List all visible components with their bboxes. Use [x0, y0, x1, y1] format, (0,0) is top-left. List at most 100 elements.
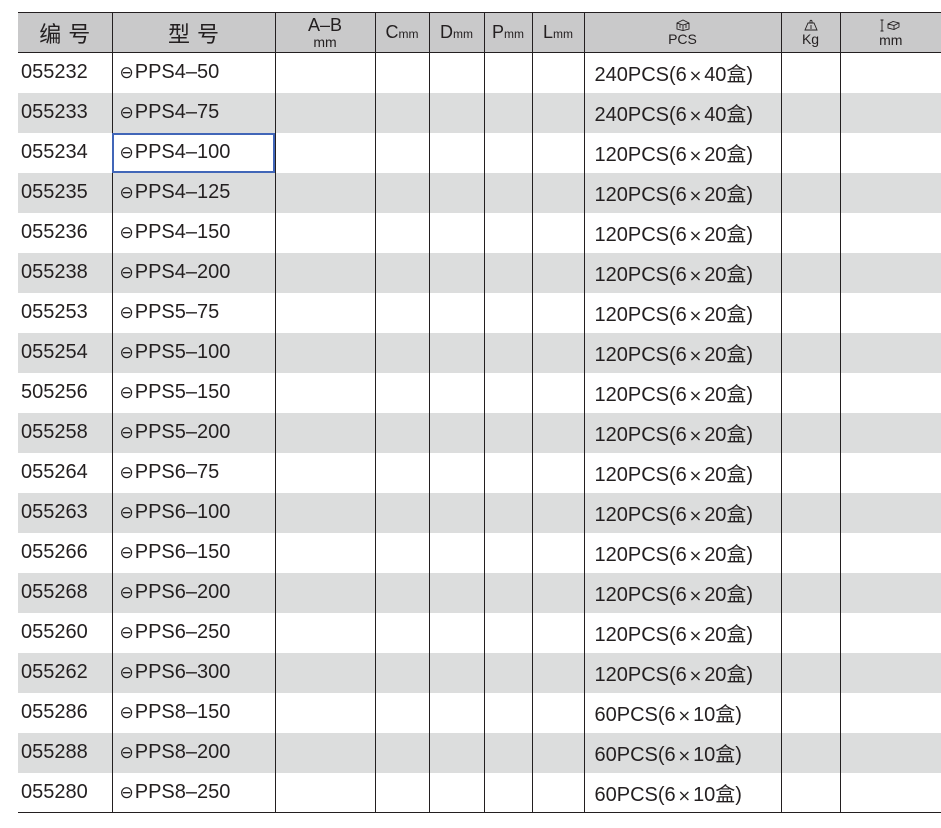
cell-d[interactable]: [428, 52, 484, 93]
cell-p[interactable]: [483, 292, 532, 333]
cell-weight[interactable]: [780, 372, 840, 413]
cell-c[interactable]: [374, 252, 429, 293]
cell-pack[interactable]: 120PCS(6 × 20盒): [583, 612, 781, 653]
cell-pack[interactable]: 120PCS(6 × 20盒): [583, 492, 781, 533]
cell-d[interactable]: [428, 612, 484, 653]
cell-a-b[interactable]: [274, 652, 375, 693]
cell-a-b[interactable]: [274, 92, 375, 133]
cell-weight[interactable]: [780, 572, 840, 613]
cell-code[interactable]: 055234: [18, 133, 112, 173]
cell-code[interactable]: 055263: [18, 493, 112, 533]
cell-l[interactable]: [531, 772, 584, 813]
cell-pack[interactable]: 60PCS(6 × 10盒): [583, 772, 781, 813]
cell-l[interactable]: [531, 452, 584, 493]
cell-model[interactable]: ⊖PPS6–250: [111, 612, 275, 653]
cell-l[interactable]: [531, 52, 584, 93]
cell-size[interactable]: [839, 292, 941, 333]
cell-weight[interactable]: [780, 292, 840, 333]
cell-p[interactable]: [483, 492, 532, 533]
cell-model[interactable]: ⊖PPS4–200: [111, 252, 275, 293]
cell-p[interactable]: [483, 572, 532, 613]
cell-pack[interactable]: 120PCS(6 × 20盒): [583, 332, 781, 373]
cell-d[interactable]: [428, 292, 484, 333]
cell-model[interactable]: ⊖PPS6–300: [111, 652, 275, 693]
cell-weight[interactable]: [780, 612, 840, 653]
cell-code[interactable]: 055266: [18, 533, 112, 573]
cell-l[interactable]: [531, 212, 584, 253]
cell-model[interactable]: ⊖PPS8–250: [111, 772, 275, 813]
cell-weight[interactable]: [780, 172, 840, 213]
cell-model[interactable]: ⊖PPS5–75: [111, 292, 275, 333]
cell-a-b[interactable]: [274, 772, 375, 813]
cell-c[interactable]: [374, 612, 429, 653]
cell-p[interactable]: [483, 92, 532, 133]
cell-d[interactable]: [428, 692, 484, 733]
cell-pack[interactable]: 120PCS(6 × 20盒): [583, 252, 781, 293]
cell-code[interactable]: 055235: [18, 173, 112, 213]
cell-c[interactable]: [374, 332, 429, 373]
cell-l[interactable]: [531, 532, 584, 573]
cell-a-b[interactable]: [274, 452, 375, 493]
cell-d[interactable]: [428, 492, 484, 533]
cell-l[interactable]: [531, 492, 584, 533]
cell-l[interactable]: [531, 332, 584, 373]
cell-weight[interactable]: [780, 412, 840, 453]
cell-c[interactable]: [374, 652, 429, 693]
cell-model[interactable]: ⊖PPS8–200: [111, 732, 275, 773]
cell-c[interactable]: [374, 52, 429, 93]
cell-size[interactable]: [839, 52, 941, 93]
cell-p[interactable]: [483, 692, 532, 733]
cell-a-b[interactable]: [274, 372, 375, 413]
cell-p[interactable]: [483, 772, 532, 813]
cell-d[interactable]: [428, 732, 484, 773]
cell-a-b[interactable]: [274, 212, 375, 253]
cell-p[interactable]: [483, 652, 532, 693]
cell-size[interactable]: [839, 172, 941, 213]
cell-l[interactable]: [531, 652, 584, 693]
cell-size[interactable]: [839, 732, 941, 773]
cell-l[interactable]: [531, 732, 584, 773]
cell-model[interactable]: ⊖PPS6–150: [111, 532, 275, 573]
cell-model[interactable]: ⊖PPS8–150: [111, 692, 275, 733]
cell-d[interactable]: [428, 132, 484, 173]
cell-l[interactable]: [531, 572, 584, 613]
cell-size[interactable]: [839, 452, 941, 493]
cell-code[interactable]: 505256: [18, 373, 112, 413]
cell-a-b[interactable]: [274, 292, 375, 333]
cell-pack[interactable]: 120PCS(6 × 20盒): [583, 212, 781, 253]
cell-c[interactable]: [374, 132, 429, 173]
cell-code[interactable]: 055238: [18, 253, 112, 293]
cell-model[interactable]: ⊖PPS5–150: [111, 372, 275, 413]
cell-code[interactable]: 055260: [18, 613, 112, 653]
cell-p[interactable]: [483, 612, 532, 653]
cell-size[interactable]: [839, 212, 941, 253]
cell-weight[interactable]: [780, 652, 840, 693]
cell-a-b[interactable]: [274, 492, 375, 533]
cell-c[interactable]: [374, 772, 429, 813]
cell-size[interactable]: [839, 692, 941, 733]
cell-weight[interactable]: [780, 252, 840, 293]
cell-d[interactable]: [428, 372, 484, 413]
cell-p[interactable]: [483, 452, 532, 493]
cell-d[interactable]: [428, 532, 484, 573]
cell-d[interactable]: [428, 172, 484, 213]
cell-p[interactable]: [483, 372, 532, 413]
cell-a-b[interactable]: [274, 412, 375, 453]
cell-a-b[interactable]: [274, 692, 375, 733]
cell-weight[interactable]: [780, 212, 840, 253]
cell-d[interactable]: [428, 92, 484, 133]
cell-size[interactable]: [839, 612, 941, 653]
cell-pack[interactable]: 120PCS(6 × 20盒): [583, 412, 781, 453]
cell-code[interactable]: 055268: [18, 573, 112, 613]
cell-p[interactable]: [483, 332, 532, 373]
cell-weight[interactable]: [780, 452, 840, 493]
cell-p[interactable]: [483, 412, 532, 453]
cell-c[interactable]: [374, 172, 429, 213]
cell-model[interactable]: ⊖PPS4–125: [111, 172, 275, 213]
cell-d[interactable]: [428, 332, 484, 373]
cell-d[interactable]: [428, 252, 484, 293]
cell-size[interactable]: [839, 372, 941, 413]
cell-size[interactable]: [839, 772, 941, 813]
cell-pack[interactable]: 120PCS(6 × 20盒): [583, 572, 781, 613]
cell-weight[interactable]: [780, 692, 840, 733]
